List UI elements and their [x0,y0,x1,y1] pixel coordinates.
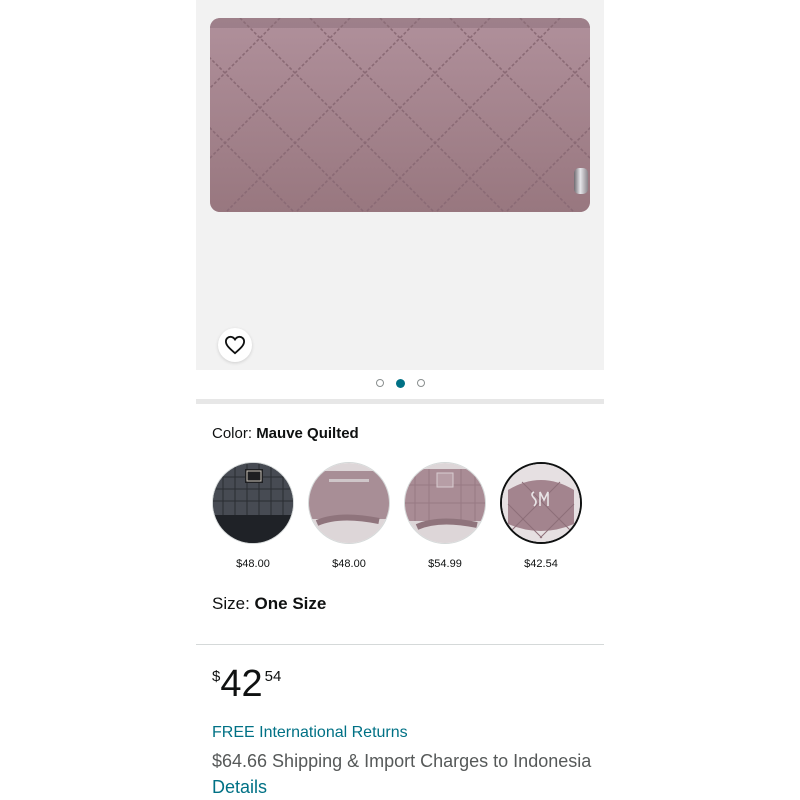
swatch-image [500,462,582,544]
swatch-thumbnail-black [213,463,293,543]
color-swatch-mauve-logo[interactable]: $54.99 [404,462,486,570]
zipper-pull [574,168,588,194]
swatch-price: $48.00 [236,558,270,570]
color-value: Mauve Quilted [256,425,359,442]
swatch-price: $48.00 [332,558,366,570]
carousel-dot-active[interactable] [395,378,405,388]
price-whole: 42 [220,663,263,705]
price-currency: $ [212,668,221,685]
section-divider [196,644,604,645]
swatch-price: $42.54 [524,558,558,570]
size-selection-label: Size: One Size [212,594,326,614]
swatch-image [212,462,294,544]
swatch-image [308,462,390,544]
product-page: Color: Mauve Quilted $48.00 $48.00 $54.9… [196,0,604,800]
color-swatch-mauve-quilted[interactable]: $42.54 [500,462,582,570]
shipping-text: $64.66 Shipping & Import Charges to Indo… [212,751,592,771]
product-price: $ 42 54 [212,662,281,706]
size-label: Size: [212,594,255,613]
color-selection-label: Color: Mauve Quilted [212,425,359,442]
color-swatches: $48.00 $48.00 $54.99 $42.54 [212,462,592,572]
swatch-thumbnail-mauve-quilted [502,464,580,542]
color-label: Color: [212,425,257,442]
product-image [210,18,590,212]
swatch-image [404,462,486,544]
color-swatch-black[interactable]: $48.00 [212,462,294,570]
price-fraction: 54 [264,668,282,685]
swatch-thumbnail-mauve [309,463,389,543]
heart-outline-icon [224,335,246,355]
color-swatch-mauve-zip[interactable]: $48.00 [308,462,390,570]
carousel-indicators [196,376,604,390]
shipping-details-link[interactable]: Details [212,777,267,797]
carousel-dot[interactable] [416,379,425,387]
carousel-dot[interactable] [375,379,384,387]
swatch-thumbnail-mauve-logo [405,463,485,543]
shipping-info: $64.66 Shipping & Import Charges to Indo… [212,748,592,800]
left-margin [0,0,196,800]
free-returns-link[interactable]: FREE International Returns [212,724,408,742]
swatch-price: $54.99 [428,558,462,570]
size-value: One Size [254,594,327,613]
right-margin [604,0,800,800]
favorite-button[interactable] [218,328,252,362]
product-image-carousel[interactable] [196,0,604,370]
section-divider [196,399,604,404]
